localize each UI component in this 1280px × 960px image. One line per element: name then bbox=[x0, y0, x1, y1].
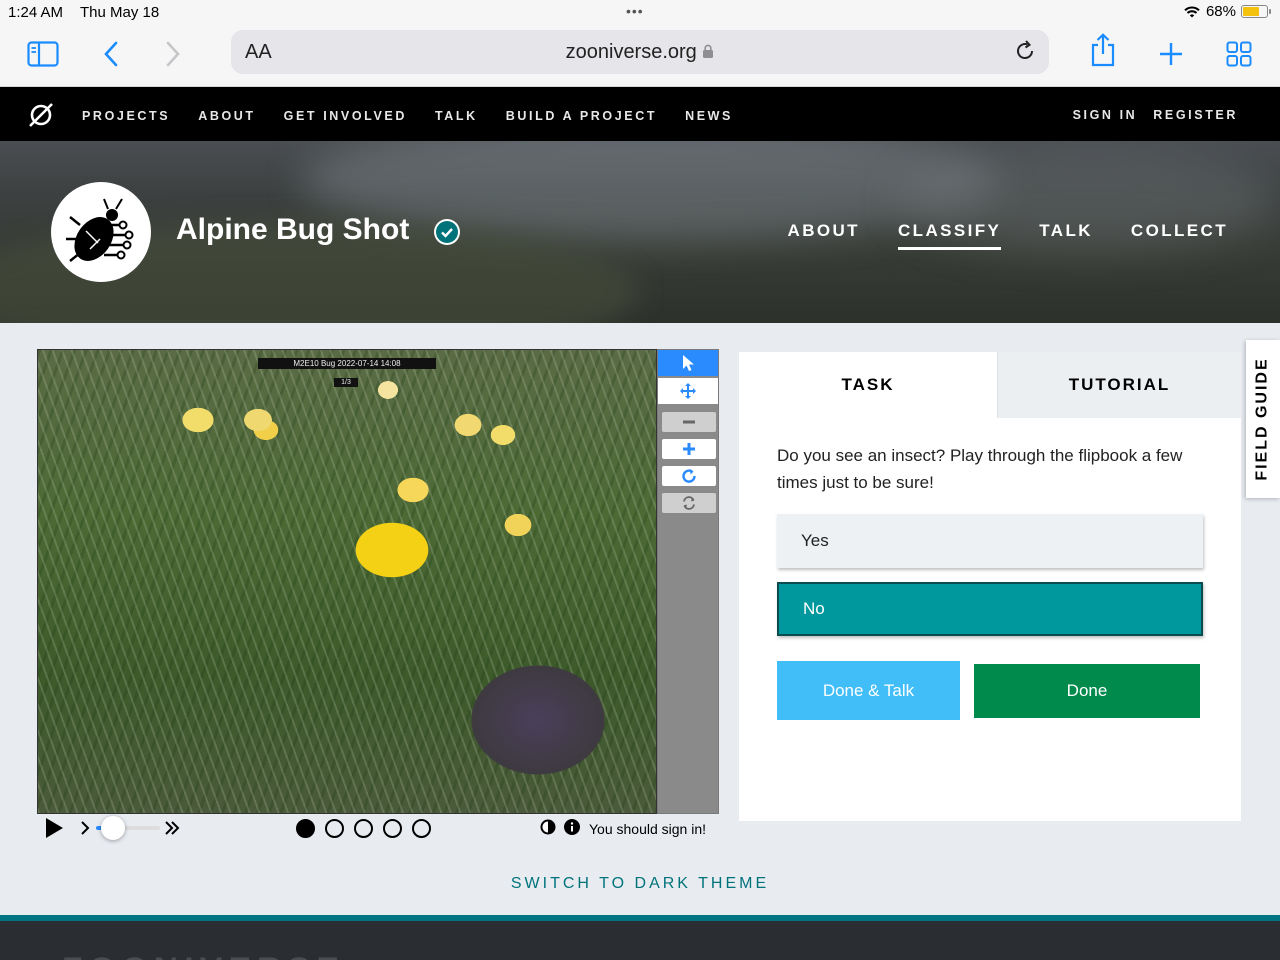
answer-yes-button[interactable]: Yes bbox=[777, 514, 1203, 568]
zooniverse-nav-links: PROJECTS ABOUT GET INVOLVED TALK BUILD A… bbox=[82, 109, 761, 123]
multitasking-dots-icon[interactable]: ••• bbox=[626, 3, 644, 19]
answer-yes-label: Yes bbox=[801, 531, 829, 550]
lock-icon bbox=[703, 44, 714, 58]
pointer-icon bbox=[683, 355, 694, 371]
nav-build-a-project[interactable]: BUILD A PROJECT bbox=[506, 109, 657, 123]
reset-button[interactable] bbox=[662, 493, 716, 513]
frame-selector bbox=[296, 819, 431, 838]
domain-text: zooniverse.org bbox=[565, 41, 697, 63]
reset-icon bbox=[683, 496, 695, 510]
task-question: Do you see an insect? Play through the f… bbox=[777, 446, 1183, 492]
zooniverse-logo-icon[interactable] bbox=[28, 102, 54, 128]
new-tab-icon[interactable] bbox=[1154, 38, 1188, 70]
task-panel: TASK TUTORIAL Do you see an insect? Play… bbox=[739, 352, 1241, 821]
wifi-icon bbox=[1184, 5, 1200, 17]
image-toolbar bbox=[657, 349, 719, 814]
status-time: 1:24 AM bbox=[8, 4, 64, 21]
footer-logo-text: ZOONIVERSE bbox=[62, 951, 345, 960]
switch-dark-theme-link[interactable]: SWITCH TO DARK THEME bbox=[0, 875, 1280, 893]
frame-dot-5[interactable] bbox=[412, 819, 431, 838]
move-tool-button[interactable] bbox=[658, 378, 718, 404]
verified-badge-icon bbox=[434, 219, 460, 245]
bug-logo-icon bbox=[66, 198, 134, 262]
info-icon[interactable] bbox=[564, 819, 580, 835]
slower-speed-icon[interactable] bbox=[80, 820, 90, 836]
answer-no-label: No bbox=[803, 599, 825, 618]
battery-icon bbox=[1241, 5, 1271, 18]
field-guide-tab[interactable]: FIELD GUIDE bbox=[1246, 340, 1280, 498]
address-domain: zooniverse.org bbox=[231, 41, 1049, 64]
sign-in-link[interactable]: SIGN IN bbox=[1073, 108, 1138, 122]
nav-get-involved[interactable]: GET INVOLVED bbox=[284, 109, 407, 123]
project-title: Alpine Bug Shot bbox=[176, 213, 410, 246]
back-icon[interactable] bbox=[94, 38, 128, 70]
pointer-tool-button[interactable] bbox=[658, 350, 718, 376]
address-bar[interactable]: AA zooniverse.org bbox=[231, 30, 1049, 74]
forward-icon[interactable] bbox=[156, 38, 190, 70]
auth-links: SIGN IN REGISTER bbox=[1073, 108, 1238, 122]
sign-in-note[interactable]: You should sign in! bbox=[589, 821, 706, 837]
rotate-icon bbox=[682, 469, 696, 483]
project-nav-talk[interactable]: TALK bbox=[1039, 221, 1093, 250]
project-nav-classify[interactable]: CLASSIFY bbox=[897, 221, 1002, 250]
project-avatar[interactable] bbox=[51, 182, 151, 282]
nav-talk[interactable]: TALK bbox=[435, 109, 478, 123]
project-nav-collect[interactable]: COLLECT bbox=[1131, 221, 1228, 250]
subject-caption: M2E10 Bug 2022-07-14 14:08 bbox=[258, 358, 436, 369]
frame-dot-1[interactable] bbox=[296, 819, 315, 838]
frame-dot-2[interactable] bbox=[325, 819, 344, 838]
project-nav: ABOUT CLASSIFY TALK COLLECT bbox=[788, 221, 1228, 250]
register-link[interactable]: REGISTER bbox=[1153, 108, 1238, 122]
rotate-button[interactable] bbox=[662, 466, 716, 486]
zooniverse-nav: PROJECTS ABOUT GET INVOLVED TALK BUILD A… bbox=[0, 87, 1280, 141]
play-icon[interactable] bbox=[43, 817, 65, 839]
faster-speed-icon[interactable] bbox=[164, 820, 180, 836]
nav-projects[interactable]: PROJECTS bbox=[82, 109, 170, 123]
answer-no-button[interactable]: No bbox=[777, 582, 1203, 636]
speed-slider-thumb[interactable] bbox=[101, 816, 125, 840]
done-and-talk-button[interactable]: Done & Talk bbox=[777, 661, 960, 720]
tab-tutorial[interactable]: TUTORIAL bbox=[997, 352, 1241, 418]
nav-about[interactable]: ABOUT bbox=[198, 109, 255, 123]
frame-dot-3[interactable] bbox=[354, 819, 373, 838]
zoom-in-button[interactable] bbox=[662, 439, 716, 459]
sidebar-icon[interactable] bbox=[26, 38, 60, 70]
subject-frame-label: 1/3 bbox=[334, 378, 358, 387]
plus-icon bbox=[683, 443, 695, 455]
battery-percent: 68% bbox=[1205, 3, 1236, 20]
tabs-overview-icon[interactable] bbox=[1222, 38, 1256, 70]
frame-dot-4[interactable] bbox=[383, 819, 402, 838]
ios-status-bar: 1:24 AM Thu May 18 ••• 68% bbox=[0, 0, 1280, 26]
tab-task[interactable]: TASK bbox=[739, 352, 997, 418]
field-guide-label: FIELD GUIDE bbox=[1254, 357, 1271, 481]
nav-news[interactable]: NEWS bbox=[685, 109, 733, 123]
browser-toolbar: AA zooniverse.org bbox=[0, 26, 1280, 87]
share-icon[interactable] bbox=[1086, 33, 1120, 67]
minus-icon bbox=[683, 420, 695, 424]
contrast-icon[interactable] bbox=[540, 819, 556, 835]
reload-icon[interactable] bbox=[1013, 39, 1037, 63]
subject-image[interactable]: M2E10 Bug 2022-07-14 14:08 1/3 bbox=[37, 349, 657, 814]
done-button[interactable]: Done bbox=[974, 664, 1200, 718]
footer: ZOONIVERSE bbox=[0, 921, 1280, 960]
project-nav-about[interactable]: ABOUT bbox=[788, 221, 860, 250]
status-date: Thu May 18 bbox=[80, 4, 160, 21]
zoom-out-button[interactable] bbox=[662, 412, 716, 432]
move-icon bbox=[680, 383, 696, 399]
project-header: Alpine Bug Shot ABOUT CLASSIFY TALK COLL… bbox=[0, 141, 1280, 323]
status-right: 68% bbox=[1183, 3, 1271, 20]
